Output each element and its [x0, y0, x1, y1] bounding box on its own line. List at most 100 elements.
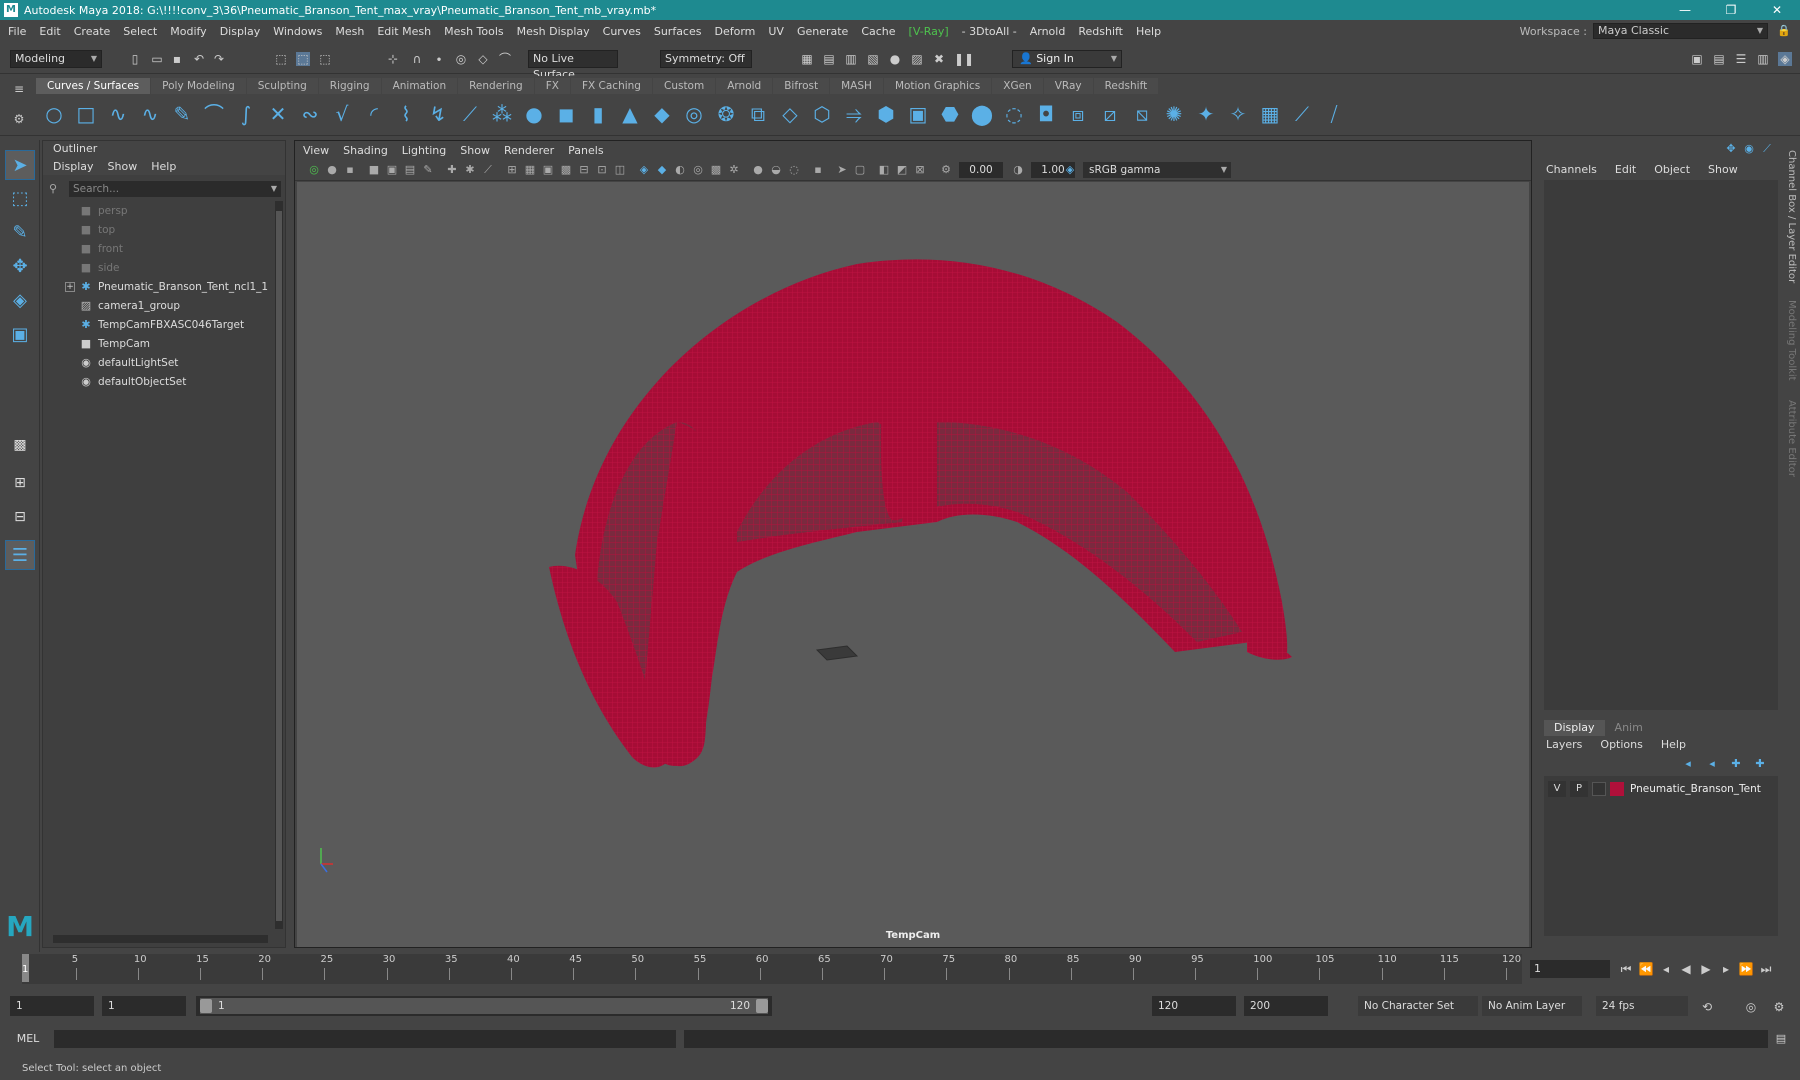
- menu-curves[interactable]: Curves: [603, 25, 641, 38]
- xray-icon[interactable]: ◆: [655, 163, 669, 177]
- insert-knot-icon[interactable]: ⁂: [488, 100, 516, 128]
- redo-icon[interactable]: ↷: [212, 52, 226, 66]
- outliner-item-camera-group[interactable]: ▨ camera1_group: [43, 296, 275, 315]
- reverse-curve-icon[interactable]: ↯: [424, 100, 452, 128]
- layer-display-type-toggle[interactable]: [1592, 782, 1606, 796]
- rotate-tool-icon[interactable]: ◈: [5, 286, 35, 316]
- layer-menu-help[interactable]: Help: [1661, 738, 1686, 751]
- layer-menu-options[interactable]: Options: [1600, 738, 1642, 751]
- curve-fillet-icon[interactable]: ◜: [360, 100, 388, 128]
- scrollbar-thumb[interactable]: [276, 211, 282, 921]
- layer-playback-toggle[interactable]: P: [1570, 781, 1588, 797]
- select-camera-icon[interactable]: ◎: [307, 163, 321, 177]
- arc-tool-icon[interactable]: ⌒: [200, 100, 228, 128]
- close-button[interactable]: ✕: [1754, 0, 1800, 20]
- speed-icon[interactable]: ◉: [1740, 142, 1758, 156]
- menu-arnold[interactable]: Arnold: [1030, 25, 1066, 38]
- shelf-tab-mash[interactable]: MASH: [830, 78, 883, 94]
- maximize-button[interactable]: ❐: [1708, 0, 1754, 20]
- menu-mesh-display[interactable]: Mesh Display: [517, 25, 590, 38]
- align-surface-icon[interactable]: ✺: [1160, 100, 1188, 128]
- menu-cache[interactable]: Cache: [861, 25, 895, 38]
- layer-editor-icon[interactable]: ◈: [1778, 52, 1792, 66]
- move-layer-down-icon[interactable]: ◂: [1700, 757, 1724, 770]
- color-management-icon[interactable]: ◈: [1063, 163, 1077, 177]
- render-settings-icon[interactable]: ▧: [866, 52, 880, 66]
- step-forward-key-icon[interactable]: ⏩: [1736, 960, 1756, 978]
- step-back-frame-icon[interactable]: ◂: [1656, 960, 1676, 978]
- channel-box-menu-edit[interactable]: Edit: [1615, 163, 1636, 176]
- command-input[interactable]: [54, 1030, 676, 1048]
- ambient-occlusion-icon[interactable]: ◫: [613, 163, 627, 177]
- tent-mesh[interactable]: [297, 182, 1529, 947]
- minimize-button[interactable]: —: [1662, 0, 1708, 20]
- layer-name[interactable]: Pneumatic_Branson_Tent: [1630, 783, 1761, 795]
- render-frame-icon[interactable]: ▤: [822, 52, 836, 66]
- select-toggle-icon[interactable]: ▪: [811, 163, 825, 177]
- step-back-key-icon[interactable]: ⏪: [1636, 960, 1656, 978]
- pencil-curve-icon[interactable]: ✎: [168, 100, 196, 128]
- single-perspective-layout-icon[interactable]: ▩: [5, 430, 35, 460]
- shelf-tab-fx-caching[interactable]: FX Caching: [570, 78, 652, 94]
- animation-prefs-icon[interactable]: ⚙: [1772, 1000, 1786, 1014]
- workspace-dropdown[interactable]: Maya Classic: [1593, 23, 1768, 39]
- trim-tool-icon[interactable]: ◘: [1032, 100, 1060, 128]
- shelf-tab-custom[interactable]: Custom: [652, 78, 716, 94]
- shelf-tab-rendering[interactable]: Rendering: [458, 78, 534, 94]
- menu-redshift[interactable]: Redshift: [1078, 25, 1123, 38]
- character-set-dropdown[interactable]: No Character Set: [1358, 996, 1478, 1016]
- viewport-menu-shading[interactable]: Shading: [343, 144, 388, 157]
- bookmark-icon[interactable]: ■: [367, 163, 381, 177]
- menu-file[interactable]: File: [8, 25, 26, 38]
- playback-end-field[interactable]: 120: [1152, 996, 1236, 1016]
- layer-visibility-toggle[interactable]: V: [1548, 781, 1566, 797]
- menu-windows[interactable]: Windows: [273, 25, 322, 38]
- insert-isoparm-icon[interactable]: ✧: [1224, 100, 1252, 128]
- outliner-menu-show[interactable]: Show: [108, 160, 138, 173]
- scale-tool-icon[interactable]: ▣: [5, 320, 35, 350]
- viewport-menu-panels[interactable]: Panels: [568, 144, 603, 157]
- layer-color-swatch[interactable]: [1610, 782, 1624, 796]
- xray-joints-icon[interactable]: ◐: [673, 163, 687, 177]
- outliner-vertical-scrollbar[interactable]: [275, 201, 283, 929]
- multisample-aa-icon[interactable]: ●: [751, 163, 765, 177]
- outliner-item-front[interactable]: ■ front: [43, 239, 275, 258]
- loop-icon[interactable]: ⟲: [1700, 1000, 1714, 1014]
- menu-select[interactable]: Select: [123, 25, 157, 38]
- nurbs-cylinder-icon[interactable]: ▮: [584, 100, 612, 128]
- hyper-icon[interactable]: ⟋: [1758, 142, 1776, 156]
- layer-row[interactable]: V P Pneumatic_Branson_Tent: [1544, 780, 1778, 798]
- shelf-tab-xgen[interactable]: XGen: [992, 78, 1043, 94]
- viewport-menu-show[interactable]: Show: [460, 144, 490, 157]
- vray-ipr-icon[interactable]: ▨: [910, 52, 924, 66]
- step-forward-frame-icon[interactable]: ▸: [1716, 960, 1736, 978]
- snap-view-icon[interactable]: ◎: [454, 52, 468, 66]
- menu-display[interactable]: Display: [220, 25, 261, 38]
- shelf-tab-poly-modeling[interactable]: Poly Modeling: [151, 78, 246, 94]
- outliner-menu-help[interactable]: Help: [151, 160, 176, 173]
- xray-components-icon[interactable]: ◎: [691, 163, 705, 177]
- outliner-layout-icon[interactable]: ☰: [5, 540, 35, 570]
- animation-end-field[interactable]: 200: [1244, 996, 1328, 1016]
- gamma-icon[interactable]: ◑: [1011, 163, 1025, 177]
- ipr-render-icon[interactable]: ▥: [844, 52, 858, 66]
- nurbs-torus-icon[interactable]: ◎: [680, 100, 708, 128]
- field-chart-icon[interactable]: ◧: [877, 163, 891, 177]
- snap-pivot-icon[interactable]: ⌒: [498, 52, 512, 66]
- safe-action-icon[interactable]: ◩: [895, 163, 909, 177]
- menu-set-dropdown[interactable]: Modeling: [10, 50, 102, 68]
- curve-detach-icon[interactable]: √: [328, 100, 356, 128]
- image-plane-icon[interactable]: ▣: [385, 163, 399, 177]
- outliner-item-persp[interactable]: ■ persp: [43, 201, 275, 220]
- extrude-icon[interactable]: ⬡: [808, 100, 836, 128]
- script-language-toggle[interactable]: MEL: [8, 1030, 48, 1048]
- resolution-gate-icon[interactable]: ⟋: [481, 163, 495, 177]
- fps-dropdown[interactable]: 24 fps: [1596, 996, 1688, 1016]
- outliner-item-tempcam[interactable]: ■ TempCam: [43, 334, 275, 353]
- auto-key-icon[interactable]: ◎: [1744, 1000, 1758, 1014]
- menu-edit[interactable]: Edit: [39, 25, 60, 38]
- extend-surface-icon[interactable]: ▦: [1256, 100, 1284, 128]
- shelf-tab-bifrost[interactable]: Bifrost: [773, 78, 830, 94]
- nurbs-square-icon[interactable]: □: [72, 100, 100, 128]
- vray-abort-icon[interactable]: ✖: [932, 52, 946, 66]
